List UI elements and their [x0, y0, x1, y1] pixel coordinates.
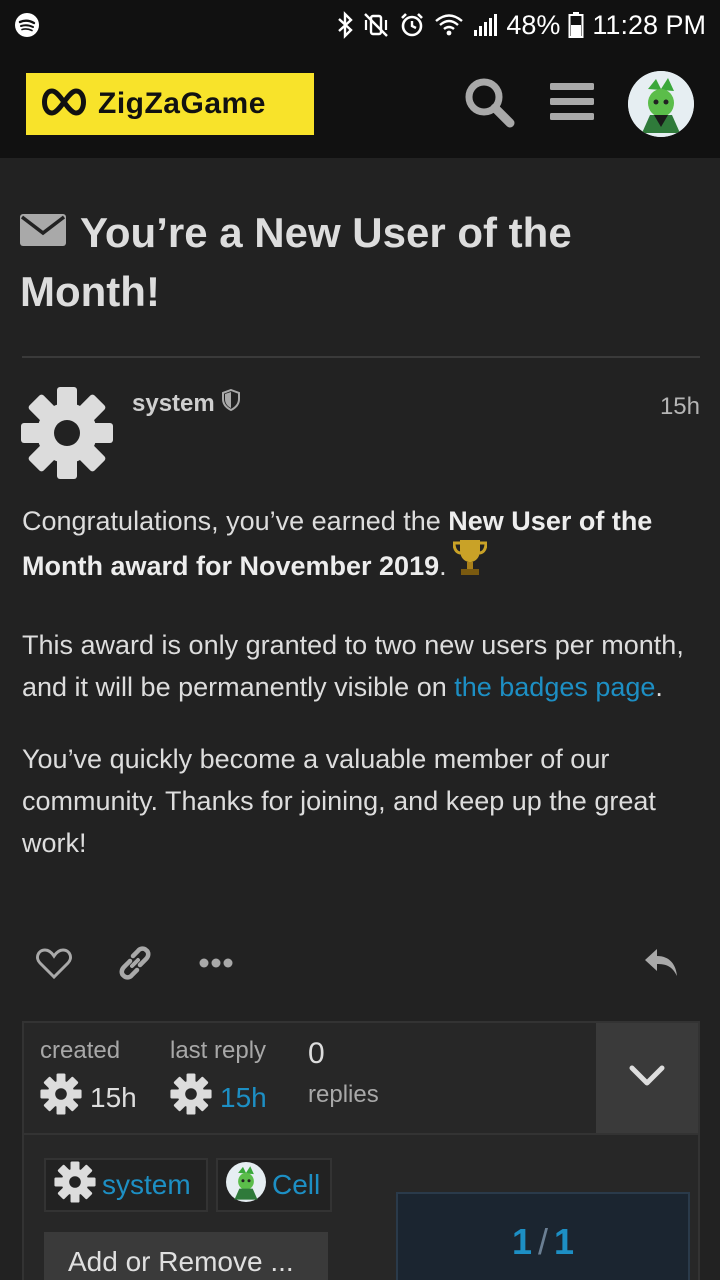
cell-avatar-small: [226, 1161, 266, 1209]
reply-icon[interactable]: [642, 946, 680, 980]
chevron-down-icon: [629, 1065, 665, 1092]
spotify-icon: [14, 12, 40, 38]
logo-mark-icon: [38, 85, 90, 124]
participant-cell[interactable]: Cell: [216, 1158, 332, 1212]
post-username[interactable]: system: [132, 388, 241, 418]
bluetooth-icon: [336, 11, 354, 39]
site-logo[interactable]: ZigZaGame: [26, 73, 314, 135]
progress-current: 1: [511, 1221, 532, 1262]
topic-title-text: You’re a New User of the Month!: [20, 209, 572, 315]
title-divider: [22, 356, 700, 358]
replies-label: replies: [308, 1081, 379, 1108]
system-avatar-small: [170, 1073, 212, 1122]
created-stat: created 15h: [40, 1037, 137, 1122]
site-header: ZigZaGame: [0, 50, 720, 158]
username-text: system: [132, 389, 215, 417]
post-time[interactable]: 15h: [660, 393, 700, 421]
alarm-icon: [398, 11, 426, 39]
topic-map-divider: [24, 1133, 700, 1135]
topic-map-summary: created 15h last reply 15h 0 replies: [24, 1023, 600, 1133]
topic-map-expand-button[interactable]: [596, 1023, 698, 1133]
wifi-icon: [434, 12, 464, 38]
replies-stat: 0 replies: [308, 1037, 379, 1109]
system-avatar[interactable]: [20, 386, 114, 480]
last-reply-value[interactable]: 15h: [170, 1073, 267, 1122]
topic-progress[interactable]: 1 / 1: [396, 1192, 690, 1280]
progress-total: 1: [554, 1221, 575, 1262]
system-avatar-small: [54, 1160, 96, 1210]
post-paragraph: This award is only granted to two new us…: [22, 630, 684, 702]
status-bar: 48% 11:28 PM: [0, 0, 720, 50]
participant-name: system: [102, 1169, 191, 1200]
topic-title: You’re a New User of the Month!: [20, 205, 700, 320]
system-avatar-small: [40, 1073, 82, 1122]
participant-name: Cell: [272, 1169, 321, 1200]
post-actions: [36, 938, 680, 988]
more-icon[interactable]: [198, 956, 234, 970]
user-avatar[interactable]: [628, 71, 694, 137]
envelope-icon: [20, 204, 66, 260]
replies-count: 0: [308, 1037, 325, 1070]
last-reply-label: last reply: [170, 1037, 267, 1064]
badges-page-link[interactable]: the badges page: [454, 672, 655, 702]
link-icon[interactable]: [116, 944, 154, 982]
shield-icon: [221, 388, 241, 418]
clock: 11:28 PM: [592, 9, 706, 40]
post-paragraph: You’ve quickly become a valuable member …: [22, 744, 656, 858]
menu-icon[interactable]: [548, 80, 596, 129]
created-value[interactable]: 15h: [40, 1073, 137, 1122]
created-label: created: [40, 1037, 121, 1064]
last-reply-stat: last reply 15h: [170, 1037, 267, 1122]
trophy-icon: [452, 538, 488, 590]
search-icon[interactable]: [462, 75, 516, 134]
signal-icon: [472, 12, 498, 38]
add-remove-button[interactable]: Add or Remove ...: [44, 1232, 328, 1280]
progress-separator: /: [537, 1221, 548, 1262]
battery-percent: 48%: [506, 9, 561, 40]
battery-icon: [568, 11, 584, 39]
logo-text: ZigZaGame: [98, 87, 266, 120]
participant-system[interactable]: system: [44, 1158, 208, 1212]
post-body: Congratulations, you’ve earned the New U…: [22, 500, 702, 894]
vibrate-off-icon: [362, 11, 390, 39]
post-paragraph: Congratulations, you’ve earned the New U…: [22, 500, 702, 594]
like-icon[interactable]: [36, 947, 72, 979]
